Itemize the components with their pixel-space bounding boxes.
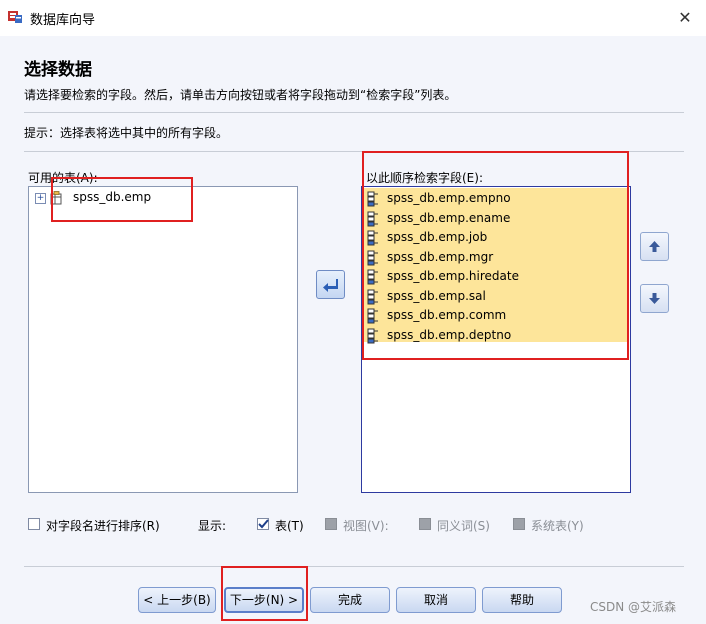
watermark: CSDN @艾派森 — [590, 600, 677, 614]
move-down-button[interactable] — [640, 284, 669, 313]
hint-text: 提示：选择表将选中其中的所有字段。 — [24, 126, 229, 140]
close-icon[interactable]: ✕ — [672, 6, 698, 30]
page-title: 选择数据 — [24, 60, 92, 80]
system-tables-checkbox[interactable] — [513, 518, 525, 530]
annotation-box — [221, 566, 308, 621]
expand-tree-icon[interactable]: + — [35, 193, 46, 204]
synonyms-label: 同义词(S) — [437, 519, 490, 533]
arrow-left-icon — [323, 279, 338, 292]
tables-checkbox[interactable] — [257, 518, 269, 530]
move-left-button[interactable] — [316, 270, 345, 299]
finish-button[interactable]: 完成 — [310, 587, 390, 613]
views-label: 视图(V): — [343, 519, 389, 533]
back-button[interactable]: < 上一步(B) — [138, 587, 216, 613]
sort-fields-checkbox[interactable] — [28, 518, 40, 530]
checkmark-icon — [258, 519, 269, 529]
annotation-box — [51, 177, 193, 222]
synonyms-checkbox[interactable] — [419, 518, 431, 530]
divider — [24, 566, 684, 567]
title-bar — [0, 0, 706, 36]
show-label: 显示: — [198, 519, 227, 533]
help-button[interactable]: 帮助 — [482, 587, 562, 613]
sort-fields-label: 对字段名进行排序(R) — [46, 519, 160, 533]
move-up-button[interactable] — [640, 232, 669, 261]
arrow-up-icon — [649, 241, 660, 252]
tables-label: 表(T) — [275, 519, 304, 533]
divider — [24, 112, 684, 113]
database-wizard-icon — [7, 8, 23, 24]
views-checkbox[interactable] — [325, 518, 337, 530]
annotation-box — [362, 151, 629, 360]
available-tables-list[interactable] — [28, 186, 298, 493]
window-title: 数据库向导 — [30, 13, 96, 28]
cancel-button[interactable]: 取消 — [396, 587, 476, 613]
page-description: 请选择要检索的字段。然后，请单击方向按钮或者将字段拖动到“检索字段”列表。 — [24, 88, 457, 102]
system-tables-label: 系统表(Y) — [531, 519, 584, 533]
arrow-down-icon — [649, 293, 660, 304]
